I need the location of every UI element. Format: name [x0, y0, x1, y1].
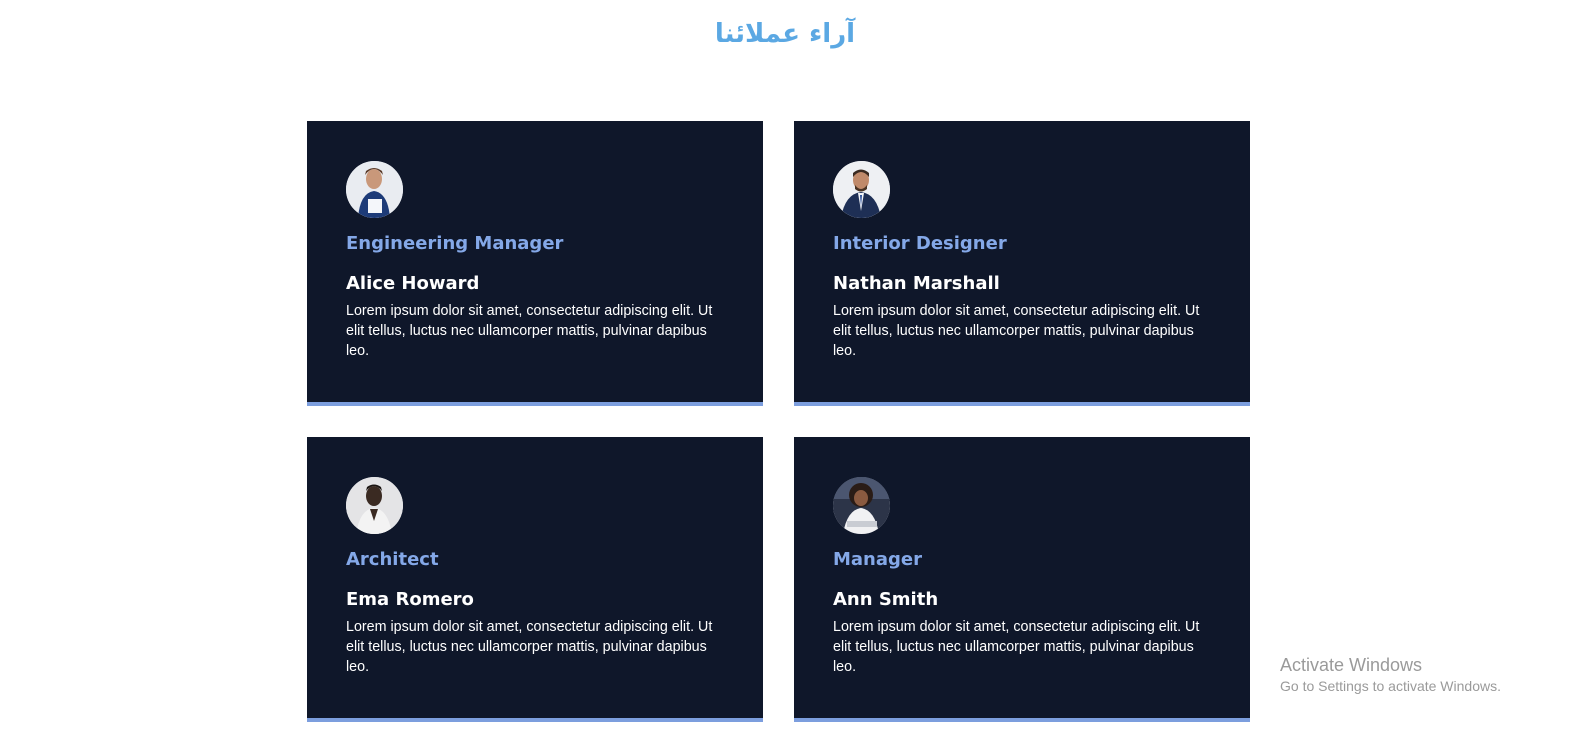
watermark-subtitle: Go to Settings to activate Windows. — [1280, 678, 1501, 694]
testimonial-text: Lorem ipsum dolor sit amet, consectetur … — [833, 619, 1200, 675]
person-name: Ann Smith — [833, 589, 939, 610]
role-label: Engineering Manager — [346, 233, 564, 254]
person-name: Nathan Marshall — [833, 273, 1000, 294]
testimonials-page: آراء عملائنا Engineering Manager Alice H… — [0, 0, 1570, 732]
person-name: Alice Howard — [346, 273, 480, 294]
testimonial-card: Engineering Manager Alice Howard Lorem i… — [307, 121, 763, 406]
person-name: Ema Romero — [346, 589, 474, 610]
testimonial-text: Lorem ipsum dolor sit amet, consectetur … — [346, 303, 713, 359]
watermark-title: Activate Windows — [1280, 655, 1423, 675]
role-label: Architect — [346, 549, 439, 570]
testimonial-card: Architect Ema Romero Lorem ipsum dolor s… — [307, 437, 763, 722]
testimonial-text: Lorem ipsum dolor sit amet, consectetur … — [346, 619, 713, 675]
testimonial-card: Manager Ann Smith Lorem ipsum dolor sit … — [794, 437, 1250, 722]
role-label: Manager — [833, 549, 922, 570]
avatar — [833, 477, 890, 534]
avatar — [346, 477, 403, 534]
activate-windows-watermark: Activate Windows Go to Settings to activ… — [1280, 654, 1501, 696]
avatar — [346, 161, 403, 218]
testimonial-text: Lorem ipsum dolor sit amet, consectetur … — [833, 303, 1200, 359]
testimonial-card: Interior Designer Nathan Marshall Lorem … — [794, 121, 1250, 406]
avatar — [833, 161, 890, 218]
role-label: Interior Designer — [833, 233, 1007, 254]
section-title: آراء عملائنا — [714, 19, 856, 49]
